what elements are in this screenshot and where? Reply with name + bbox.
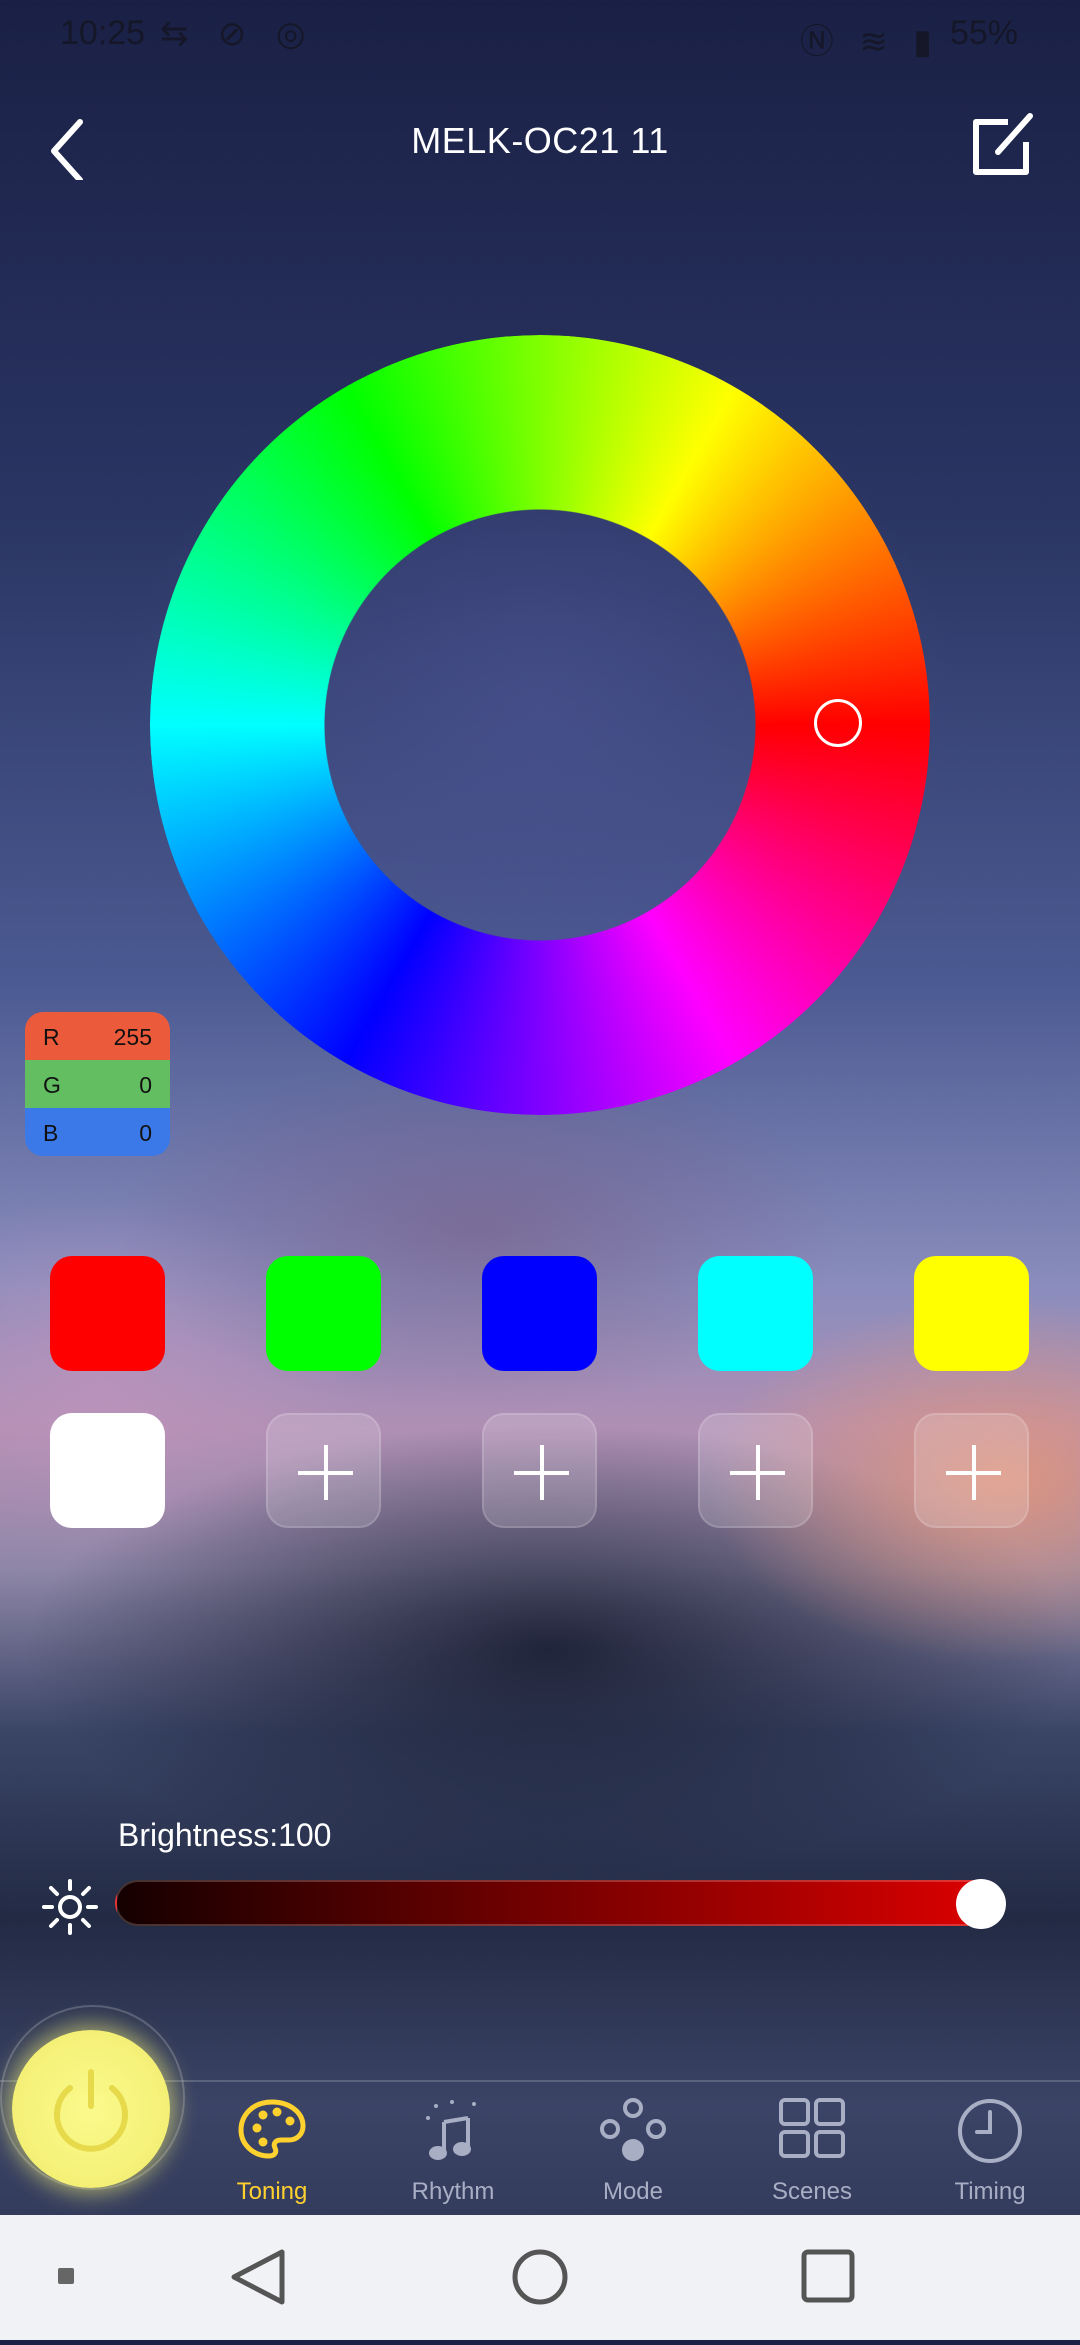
edit-button[interactable] (968, 106, 1038, 180)
add-swatch-button[interactable] (266, 1413, 381, 1528)
header: MELK-OC21 11 (0, 100, 1080, 190)
sun-icon (40, 1877, 100, 1937)
b-value: 0 (139, 1120, 152, 1146)
nav-home-button[interactable] (512, 2249, 568, 2305)
tab-label: Mode (602, 2178, 664, 2205)
swatch-yellow[interactable] (914, 1256, 1029, 1371)
battery-level: 55% (949, 14, 1018, 52)
color-wheel-thumb[interactable] (814, 699, 862, 747)
color-wheel-ring[interactable] (150, 335, 930, 1115)
add-swatch-button[interactable] (914, 1413, 1029, 1528)
device-title: MELK-OC21 11 (411, 120, 669, 161)
tab-label: Timing (954, 2178, 1026, 2205)
mode-dots-icon (600, 2098, 666, 2161)
edit-icon (973, 113, 1033, 175)
nav-recents-button[interactable] (801, 2249, 855, 2303)
color-wheel[interactable] (150, 335, 930, 1115)
swatch-blue[interactable] (482, 1256, 597, 1371)
tab-rhythm[interactable]: Rhythm (363, 2082, 543, 2217)
status-notification-icons: ⇆ ⊘ ◎ (160, 15, 316, 53)
tab-label: Toning (236, 2178, 308, 2205)
tab-label: Scenes (771, 2178, 853, 2205)
status-bar: 10:25 ⇆ ⊘ ◎ Ⓝ ≋ ▮ 55% (0, 0, 1080, 66)
r-value: 255 (113, 1024, 152, 1050)
g-label: G (43, 1072, 61, 1098)
add-swatch-button[interactable] (482, 1413, 597, 1528)
rgb-row-g: G 0 (25, 1060, 170, 1108)
swatch-cyan[interactable] (698, 1256, 813, 1371)
status-system-icons: Ⓝ ≋ ▮ (799, 23, 940, 61)
swatch-white[interactable] (50, 1413, 165, 1528)
clock-icon (958, 2099, 1022, 2163)
power-icon (54, 2069, 128, 2152)
rgb-row-b: B 0 (25, 1108, 170, 1156)
nav-back-button[interactable] (231, 2249, 285, 2305)
g-value: 0 (139, 1072, 152, 1098)
b-label: B (43, 1120, 59, 1146)
tab-scenes[interactable]: Scenes (722, 2082, 902, 2217)
brightness-label: Brightness:100 (118, 1817, 332, 1853)
r-label: R (43, 1024, 60, 1050)
grid-icon (779, 2098, 845, 2158)
system-nav-bar (0, 2215, 1080, 2340)
tab-label: Rhythm (411, 2178, 495, 2205)
swatch-red[interactable] (50, 1256, 165, 1371)
music-note-icon (426, 2100, 476, 2160)
rgb-readout: R 255 G 0 B 0 (25, 1012, 170, 1156)
power-button[interactable] (12, 2030, 170, 2188)
swatch-green[interactable] (266, 1256, 381, 1371)
tab-mode[interactable]: Mode (543, 2082, 723, 2217)
tab-toning[interactable]: Toning (182, 2082, 362, 2217)
nav-menu-dot[interactable] (58, 2268, 74, 2284)
status-time: 10:25 (60, 14, 146, 52)
palette-icon (238, 2099, 306, 2159)
add-swatch-button[interactable] (698, 1413, 813, 1528)
rgb-row-r: R 255 (25, 1012, 170, 1060)
brightness-slider-thumb[interactable] (956, 1879, 1006, 1929)
brightness-slider[interactable] (115, 1880, 1005, 1926)
tab-timing[interactable]: Timing (900, 2082, 1080, 2217)
